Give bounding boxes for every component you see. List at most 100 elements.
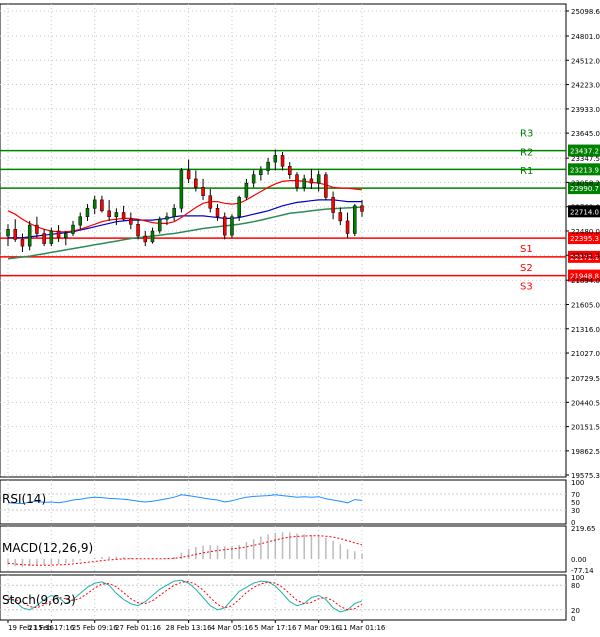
candle-body [230, 216, 234, 236]
rsi-tick-label: 70 [571, 491, 580, 499]
candle-body [172, 208, 176, 217]
level-label-s1: S1 [520, 244, 533, 255]
candle-body [194, 178, 198, 188]
candle-body [121, 212, 126, 220]
level-price-label: 22395.3 [570, 235, 599, 243]
y-tick-label: 21027.0 [571, 350, 600, 358]
candle-body [35, 224, 39, 234]
candle-body [295, 174, 299, 188]
candle-body [208, 195, 213, 209]
y-tick-label: 24801.0 [571, 33, 600, 41]
rsi-tick-label: 50 [571, 499, 580, 507]
level-label-r2: R2 [520, 147, 533, 158]
pane-frame-stoch [0, 574, 567, 621]
candle-body [215, 208, 220, 217]
level-label-s3: S3 [520, 282, 533, 293]
x-tick-label: 27 Feb 01:16 [115, 624, 161, 632]
stoch-label: Stoch(9,6,3) [2, 593, 76, 607]
y-tick-label: 21605.0 [571, 301, 600, 309]
candle-body [345, 220, 350, 234]
candle-body [129, 218, 133, 225]
x-tick-label: 7 Mar 09:16 [298, 624, 341, 632]
candle-body [13, 229, 17, 240]
macd-label: MACD(12,26,9) [2, 541, 93, 555]
y-tick-label: 24512.0 [571, 57, 600, 65]
y-tick-label: 23933.0 [571, 106, 600, 114]
y-tick-label: 20151.5 [571, 424, 600, 432]
x-tick-label: 21 Feb 17:16 [28, 624, 74, 632]
candle-body [288, 166, 292, 175]
candle-body [302, 178, 306, 188]
candle-body [186, 170, 191, 180]
candle-body [179, 170, 184, 209]
candle-body [107, 210, 111, 217]
x-tick-label: 4 Mar 05:16 [211, 624, 254, 632]
stoch-tick-label: 100 [571, 574, 584, 582]
y-tick-label: 23645.0 [571, 130, 600, 138]
pane-frame-main [0, 3, 567, 478]
candle-body [353, 205, 357, 234]
stoch-tick-label: 20 [571, 607, 580, 615]
x-tick-label: 5 Mar 17:16 [254, 624, 297, 632]
x-tick-label: 28 Feb 13:16 [166, 624, 212, 632]
pane-frame-rsi [0, 479, 567, 525]
candle-body [324, 174, 328, 198]
candle-body [157, 218, 162, 232]
candle-body [251, 174, 256, 184]
candle-body [266, 161, 270, 171]
y-tick-label: 21894.0 [571, 277, 600, 285]
candle-body [143, 235, 148, 243]
candle-body [150, 230, 155, 243]
x-tick-label: 11 Mar 01:16 [339, 624, 386, 632]
level-label-s2: S2 [520, 263, 533, 274]
candle-body [331, 197, 335, 213]
candle-body [309, 178, 314, 184]
rsi-tick-label: 30 [571, 507, 580, 515]
candle-body [64, 233, 68, 238]
candle-body [49, 230, 54, 244]
candle-body [136, 224, 140, 237]
stoch-tick-label: 80 [571, 582, 580, 590]
y-tick-label: 25098.6 [571, 8, 600, 16]
candle-body [201, 187, 205, 196]
candle-body [42, 233, 46, 244]
candle-body [114, 212, 119, 217]
macd-tick-label: 0.00 [571, 556, 587, 564]
stock-chart: R323437.2R223213.9R122990.7S122395.3S222… [0, 3, 600, 632]
candle-body [71, 224, 75, 234]
y-tick-label: 20729.5 [571, 375, 600, 383]
candle-body [165, 216, 169, 220]
current-price-label: 22714.0 [570, 208, 599, 216]
candle-body [273, 155, 278, 163]
y-tick-label: 20440.5 [571, 399, 600, 407]
candle-body [92, 199, 97, 209]
level-label-r3: R3 [520, 129, 533, 140]
y-tick-label: 21316.0 [571, 326, 600, 334]
y-tick-label: 22480.0 [571, 228, 600, 236]
y-tick-label: 22191.4 [571, 252, 600, 260]
candle-body [259, 170, 263, 175]
candle-body [222, 216, 227, 236]
y-tick-label: 24223.0 [571, 82, 600, 90]
y-tick-label: 19862.5 [571, 448, 600, 456]
candle-body [338, 212, 343, 222]
stoch-tick-label: 0 [571, 615, 575, 623]
candle-body [237, 197, 241, 217]
level-price-label: 23213.9 [570, 166, 599, 174]
candle-body [27, 224, 32, 247]
candle-body [100, 199, 104, 212]
rsi-tick-label: 100 [571, 479, 584, 487]
level-label-r1: R1 [520, 166, 533, 177]
y-tick-label: 23347.5 [571, 155, 600, 163]
x-tick-label: 25 Feb 09:16 [72, 624, 118, 632]
candle-body [20, 239, 25, 247]
candle-body [280, 155, 285, 167]
candle-body [360, 205, 364, 212]
candle-body [316, 174, 321, 184]
candle-body [78, 216, 82, 226]
macd-tick-label: 219.65 [571, 525, 596, 533]
candle-body [244, 182, 249, 198]
chart-area: R3 23437.2 R2 23213.9 R1 22990.7 S1 22395.3 S2 22… [0, 0, 600, 633]
candle-body [85, 208, 90, 217]
rsi-label: RSI(14) [2, 492, 46, 506]
